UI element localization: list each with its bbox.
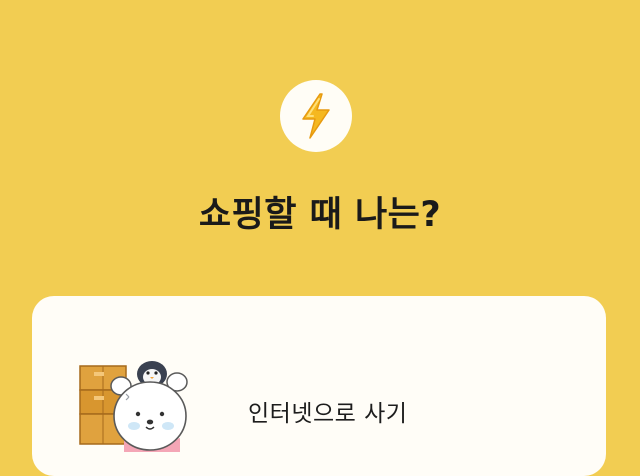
quiz-screen: 쇼핑할 때 나는? 인터넷으로 사기 [0,0,640,476]
lightning-bolt-icon [302,93,330,139]
answer-option-label: 인터넷으로 사기 [248,401,408,427]
question-title: 쇼핑할 때 나는? [198,195,442,235]
question-icon-badge [280,80,352,152]
bear-with-boxes-illustration [79,361,188,452]
answer-option-online-shopping[interactable]: 인터넷으로 사기 [32,296,606,476]
